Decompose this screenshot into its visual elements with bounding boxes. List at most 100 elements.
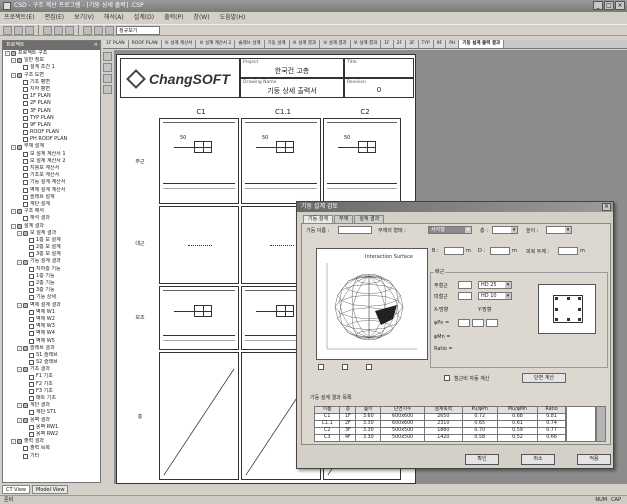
document-tab[interactable]: 1F PLAN <box>103 40 129 48</box>
tree-node[interactable]: 3층 기둥 <box>3 287 100 294</box>
cover-field[interactable] <box>558 247 578 255</box>
document-tab[interactable]: PH <box>446 40 460 48</box>
cancel-button[interactable]: 취소 <box>521 454 555 465</box>
tree-node[interactable]: 벽체 W1 <box>3 309 100 316</box>
collapse-icon[interactable]: - <box>17 259 22 265</box>
member-field[interactable] <box>338 226 372 234</box>
menu-item[interactable]: 프로젝트(E) <box>4 13 35 23</box>
tree-node[interactable]: - 보 설계 결과 <box>3 230 100 237</box>
phi-pn-field-3[interactable] <box>486 319 498 327</box>
column-header[interactable]: 층 <box>339 406 357 414</box>
menu-item[interactable]: 편집(E) <box>45 13 65 23</box>
fit-icon[interactable] <box>103 85 112 94</box>
column-section-cell[interactable]: 50 <box>159 118 239 204</box>
tree-node[interactable]: - 옹벽 결과 <box>3 417 100 424</box>
tree-node[interactable]: 옹벽 RW2 <box>3 431 100 438</box>
b-field[interactable] <box>444 247 464 255</box>
ok-button[interactable]: 확인 <box>465 454 499 465</box>
document-tab[interactable]: 9F <box>433 40 447 48</box>
collapse-icon[interactable]: - <box>11 223 16 229</box>
document-tab[interactable]: 보 설계 계산서 2 <box>196 40 236 48</box>
column-header[interactable]: 설계축력 <box>424 406 463 414</box>
tree-node[interactable]: 9F PLAN <box>3 122 100 129</box>
collapse-icon[interactable]: - <box>5 51 10 57</box>
tree-node[interactable]: - 설계 결과 <box>3 223 100 230</box>
tree-node[interactable]: 옹벽 RW1 <box>3 424 100 431</box>
tree-node[interactable]: F2 기초 <box>3 381 100 388</box>
document-tab[interactable]: 2F <box>393 40 407 48</box>
floor-combo[interactable] <box>492 226 518 234</box>
result-table[interactable]: 이름 층 높이 단면치수 설계축력 Pu/φPn Mu/φMn Ratio C1 1F 3.60 6… <box>313 406 566 442</box>
menu-item[interactable]: 해석(A) <box>104 13 124 23</box>
collapse-icon[interactable]: - <box>17 302 22 308</box>
open-icon[interactable] <box>14 25 23 35</box>
menu-item[interactable]: 출력(P) <box>164 13 183 23</box>
tree-node[interactable]: S2 슬래브 <box>3 359 100 366</box>
tree-node[interactable]: 기둥 상세 <box>3 294 100 301</box>
tree-node[interactable]: 기초 평면 <box>3 79 100 86</box>
tab-member[interactable]: 부재 <box>334 215 354 223</box>
collapse-icon[interactable]: - <box>17 417 22 423</box>
column-section-cell[interactable]: 50 <box>323 118 401 204</box>
document-tab[interactable]: 3F <box>406 40 419 48</box>
tree-node[interactable]: 1층 보 설계 <box>3 237 100 244</box>
elevation-cell[interactable] <box>159 352 239 480</box>
tree-node[interactable]: - 벽체 설계 결과 <box>3 302 100 309</box>
tree-node[interactable]: - 부재 설계 <box>3 143 100 150</box>
column-header[interactable]: 이름 <box>313 406 341 414</box>
tree-node[interactable]: F1 기초 <box>3 373 100 380</box>
apply-button[interactable]: 적용 <box>577 454 611 465</box>
tree-node[interactable]: 2층 기둥 <box>3 280 100 287</box>
tree-node[interactable]: - 프로젝트 구조 <box>3 50 100 57</box>
zoom-icon[interactable] <box>103 74 112 83</box>
column-section-cell[interactable] <box>159 286 239 350</box>
tree-node[interactable]: 기타 <box>3 453 100 460</box>
tree-node[interactable]: 계단 ST1 <box>3 409 100 416</box>
d-field[interactable] <box>490 247 510 255</box>
section-calc-button[interactable]: 단면 계산 <box>522 373 566 383</box>
tree-node[interactable]: 2F PLAN <box>3 100 100 107</box>
column-header[interactable]: Pu/φPn <box>461 406 498 414</box>
tree-node[interactable]: - 출력 결과 <box>3 438 100 445</box>
menu-item[interactable]: 보기(V) <box>74 13 94 23</box>
tree-node[interactable]: - 기초 결과 <box>3 366 100 373</box>
tree-node[interactable]: S1 슬래브 <box>3 352 100 359</box>
tree-node[interactable]: 기초보 계산서 <box>3 172 100 179</box>
tree-node[interactable]: - 기둥 설계 결과 <box>3 258 100 265</box>
column-header[interactable]: 단면치수 <box>380 406 426 414</box>
tree-node[interactable]: 지하층 기둥 <box>3 266 100 273</box>
collapse-icon[interactable]: - <box>17 345 22 351</box>
close-button[interactable]: × <box>615 1 625 10</box>
tree-node[interactable]: 1층 기둥 <box>3 273 100 280</box>
tree-node[interactable]: 슬래브 설계 <box>3 194 100 201</box>
tree-node[interactable]: PH ROOF PLAN <box>3 136 100 143</box>
collapse-icon[interactable]: - <box>11 209 16 215</box>
tree-node[interactable]: 3층 보 설계 <box>3 251 100 258</box>
result-table-scrollbar[interactable] <box>596 406 606 442</box>
tree-node[interactable]: - 계단 결과 <box>3 402 100 409</box>
tree-node[interactable]: 지하 평면 <box>3 86 100 93</box>
tree-node[interactable]: 벽체 W3 <box>3 323 100 330</box>
collapse-icon[interactable]: - <box>11 72 16 78</box>
tree-node[interactable]: 기둥 설계 계산서 <box>3 179 100 186</box>
auto-ratio-checkbox[interactable] <box>444 375 450 381</box>
tie-detail-cell[interactable] <box>159 206 239 284</box>
tree-node[interactable]: 설계 조건 1 <box>3 64 100 71</box>
tree-node[interactable]: 2층 보 설계 <box>3 244 100 251</box>
tree-node[interactable]: 벽체 W4 <box>3 330 100 337</box>
tree-node[interactable]: - 일반 정보 <box>3 57 100 64</box>
tie-type[interactable]: HD 10 <box>478 292 512 300</box>
table-row[interactable]: C3 4F 3.30 500x500 1420 0.58 0.52 0.66 <box>313 434 566 442</box>
collapse-icon[interactable]: - <box>17 367 22 373</box>
tree-node[interactable]: 3F PLAN <box>3 108 100 115</box>
type-combo[interactable]: 사각형 <box>428 226 472 234</box>
tree-node[interactable]: 계단 설계 <box>3 201 100 208</box>
document-tab[interactable]: 1F <box>381 40 394 48</box>
copy-icon[interactable] <box>54 25 63 35</box>
document-tab[interactable]: ROOF PLAN <box>128 40 162 48</box>
collapse-icon[interactable]: - <box>11 144 16 150</box>
tree-node[interactable]: - 구조 해석 <box>3 208 100 215</box>
menu-item[interactable]: 설계(D) <box>134 13 154 23</box>
tree-node[interactable]: - 슬래브 결과 <box>3 345 100 352</box>
tree-node[interactable]: 지붕보 계산서 <box>3 165 100 172</box>
